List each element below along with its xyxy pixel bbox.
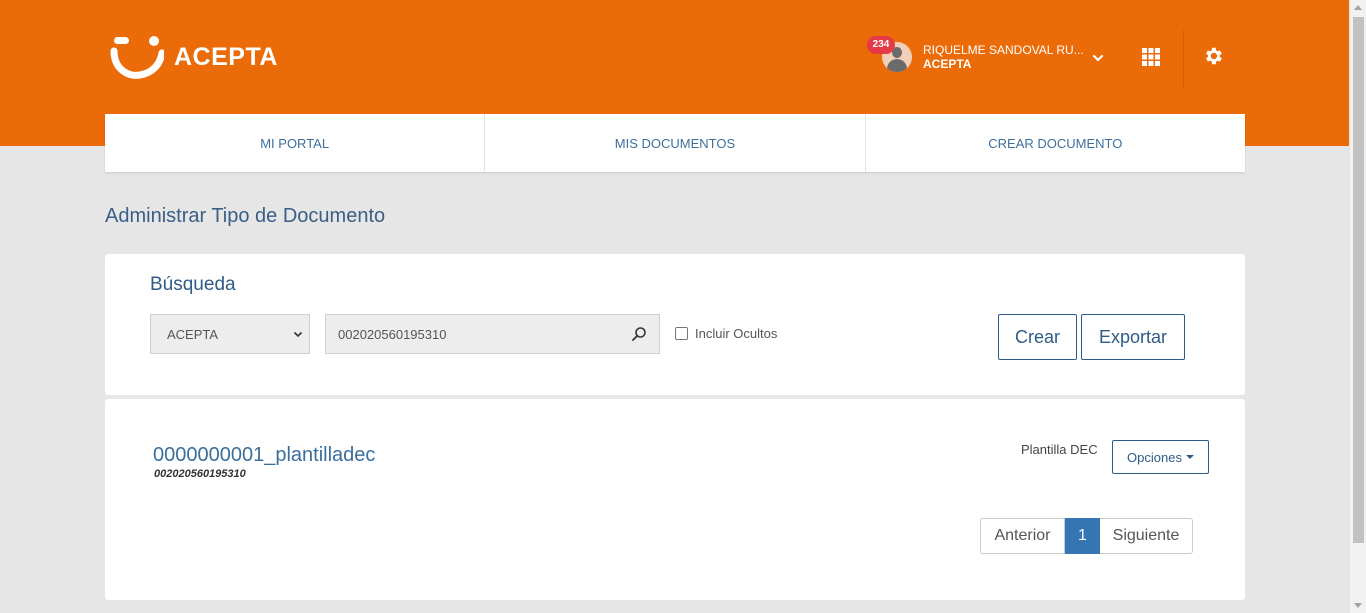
include-hidden-label: Incluir Ocultos bbox=[695, 326, 778, 341]
document-type-label: Plantilla DEC bbox=[1021, 442, 1098, 457]
nav-mis-documentos[interactable]: MIS DOCUMENTOS bbox=[485, 114, 866, 172]
search-input[interactable] bbox=[326, 315, 616, 353]
user-menu[interactable]: 234 RIQUELME SANDOVAL RU... ACEPTA bbox=[866, 36, 1106, 80]
options-dropdown-button[interactable]: Opciones bbox=[1112, 440, 1209, 474]
user-name: RIQUELME SANDOVAL RU... bbox=[923, 43, 1084, 57]
gear-icon[interactable] bbox=[1202, 45, 1224, 67]
header-divider bbox=[1183, 30, 1184, 88]
document-type-id: 002020560195310 bbox=[154, 468, 246, 480]
notification-badge[interactable]: 234 bbox=[867, 36, 895, 54]
pagination: Anterior 1 Siguiente bbox=[980, 518, 1193, 554]
options-label: Opciones bbox=[1127, 449, 1182, 465]
scrollbar-thumb[interactable] bbox=[1353, 17, 1364, 543]
scroll-down-icon[interactable] bbox=[1354, 603, 1362, 608]
brand-logo[interactable]: ACEPTA bbox=[110, 35, 278, 79]
search-title: Búsqueda bbox=[150, 274, 236, 295]
chevron-down-icon[interactable] bbox=[1092, 52, 1104, 64]
apps-grid-icon[interactable] bbox=[1141, 47, 1161, 67]
nav-mi-portal[interactable]: MI PORTAL bbox=[105, 114, 486, 172]
pagination-page-current[interactable]: 1 bbox=[1065, 518, 1100, 554]
include-hidden-option[interactable]: Incluir Ocultos bbox=[675, 326, 777, 341]
search-field[interactable] bbox=[325, 314, 660, 354]
company-select[interactable]: ACEPTA bbox=[150, 314, 310, 354]
include-hidden-checkbox[interactable] bbox=[675, 327, 688, 340]
results-panel: 0000000001_plantilladec 002020560195310 … bbox=[105, 399, 1245, 600]
company-select-value: ACEPTA bbox=[167, 326, 219, 342]
pagination-prev[interactable]: Anterior bbox=[980, 518, 1065, 554]
brand-name: ACEPTA bbox=[174, 42, 278, 71]
export-button[interactable]: Exportar bbox=[1081, 314, 1185, 360]
page-title: Administrar Tipo de Documento bbox=[105, 205, 386, 227]
acepta-logo-icon bbox=[110, 36, 164, 79]
chevron-down-icon bbox=[293, 331, 303, 338]
caret-down-icon bbox=[1185, 455, 1194, 459]
page-scrollbar[interactable] bbox=[1349, 0, 1366, 613]
main-nav: MI PORTAL MIS DOCUMENTOS CREAR DOCUMENTO bbox=[105, 114, 1245, 172]
scroll-up-icon[interactable] bbox=[1354, 5, 1362, 10]
nav-crear-documento[interactable]: CREAR DOCUMENTO bbox=[866, 114, 1245, 172]
document-type-name-link[interactable]: 0000000001_plantilladec bbox=[153, 444, 375, 467]
search-panel: Búsqueda ACEPTA Incluir Ocultos Crear Ex… bbox=[105, 254, 1245, 395]
user-company: ACEPTA bbox=[923, 57, 972, 71]
search-icon[interactable] bbox=[631, 326, 647, 342]
pagination-next[interactable]: Siguiente bbox=[1100, 518, 1193, 554]
create-button[interactable]: Crear bbox=[998, 314, 1077, 360]
